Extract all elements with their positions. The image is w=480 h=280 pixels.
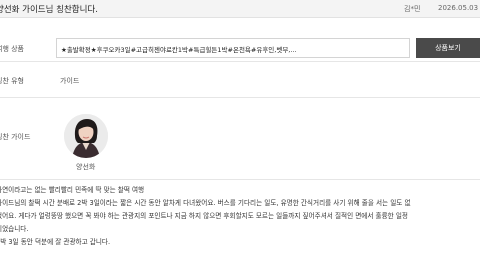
review-date: 2026.05.03: [438, 4, 479, 12]
guide-name: 양선화: [76, 163, 96, 171]
product-name-box: ★출발확정★후쿠오카3일#고급히젠야료칸1박#특급힐튼1박#온천욕#유후인,벳부…: [56, 38, 410, 58]
review-body-line: 이었습니다.: [0, 225, 29, 233]
view-product-button[interactable]: 상품보기: [416, 38, 480, 58]
review-body: 자연이라고는 없는 빨리빨리 민족에 딱 맞는 찰떡 여행 가이드님의 찰떡 시…: [0, 186, 480, 251]
product-label: 여행 상품: [0, 45, 24, 53]
praise-guide-label: 칭찬 가이드: [0, 133, 31, 141]
review-body-line: 가이드님의 찰떡 시간 분배로 2박 3일이라는 짧은 시간 동안 알차게 다녀…: [0, 199, 411, 207]
review-detail-page: 양선화 가이드님 칭찬합니다. 김*민 2026.05.03 여행 상품 ★출발…: [0, 0, 480, 280]
review-author: 김*민: [404, 5, 421, 13]
review-title: 양선화 가이드님 칭찬합니다.: [0, 5, 98, 15]
praise-guide-row: 칭찬 가이드 양선화: [0, 98, 480, 180]
guide-photo-icon: [64, 114, 108, 158]
review-body-line: 었어요. 게다가 얼렁뚱땅 했으면 꼭 봐야 하는 관광지의 포인트나 지금 하…: [0, 212, 408, 220]
product-name: ★출발확정★후쿠오카3일#고급히젠야료칸1박#특급힐튼1박#온천욕#유후인,벳부…: [61, 46, 297, 54]
praise-type-value: 가이드: [60, 77, 80, 85]
product-row: 여행 상품 ★출발확정★후쿠오카3일#고급히젠야료칸1박#특급힐튼1박#온천욕#…: [0, 34, 480, 62]
praise-type-label: 칭찬 유형: [0, 77, 24, 85]
review-header: 양선화 가이드님 칭찬합니다. 김*민 2026.05.03: [0, 0, 480, 18]
review-body-line: 2박 3일 동안 덕분에 잘 관광하고 갑니다.: [0, 238, 111, 246]
guide-avatar: [64, 114, 108, 158]
review-body-line: 자연이라고는 없는 빨리빨리 민족에 딱 맞는 찰떡 여행: [0, 186, 145, 194]
praise-type-row: 칭찬 유형 가이드: [0, 62, 480, 98]
